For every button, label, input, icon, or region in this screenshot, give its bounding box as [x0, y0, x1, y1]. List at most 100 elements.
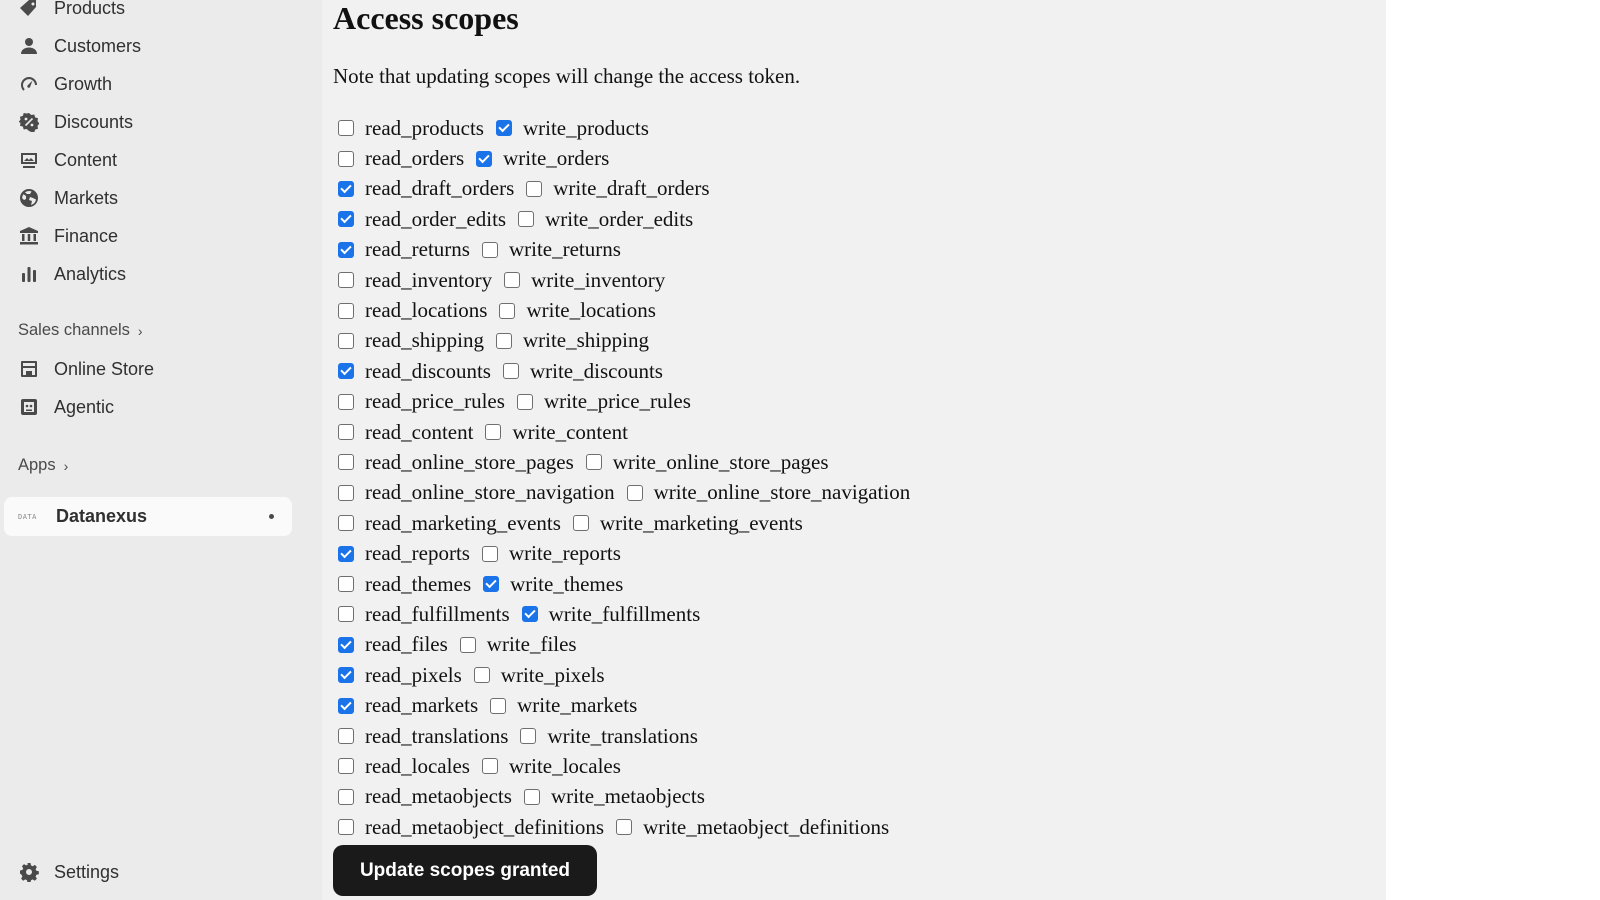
read-scope-option[interactable]: read_products: [338, 116, 484, 141]
write-scope-checkbox[interactable]: [516, 393, 533, 410]
write-scope-option[interactable]: write_locales: [481, 754, 621, 779]
read-scope-checkbox[interactable]: [338, 363, 354, 380]
read-scope-checkbox[interactable]: [338, 150, 354, 167]
read-scope-checkbox[interactable]: [338, 728, 354, 744]
app-menu-dot-icon[interactable]: [269, 514, 274, 519]
sidebar-item-content[interactable]: Content: [18, 145, 117, 175]
write-scope-option[interactable]: write_shipping: [495, 328, 649, 353]
write-scope-checkbox[interactable]: [499, 302, 516, 319]
write-scope-checkbox[interactable]: [502, 363, 519, 380]
read-scope-option[interactable]: read_inventory: [338, 268, 492, 293]
write-scope-checkbox[interactable]: [495, 120, 512, 137]
read-scope-checkbox[interactable]: [338, 241, 354, 258]
read-scope-checkbox[interactable]: [338, 545, 354, 562]
write-scope-option[interactable]: write_fulfillments: [521, 602, 700, 627]
write-scope-checkbox[interactable]: [481, 758, 498, 775]
read-scope-option[interactable]: read_metaobject_definitions: [338, 815, 604, 840]
read-scope-checkbox[interactable]: [338, 667, 354, 684]
read-scope-option[interactable]: read_markets: [338, 693, 478, 718]
sidebar-item-markets[interactable]: Markets: [18, 183, 118, 213]
write-scope-checkbox[interactable]: [481, 545, 498, 562]
write-scope-checkbox[interactable]: [521, 606, 538, 623]
write-scope-option[interactable]: write_reports: [481, 541, 621, 566]
write-scope-option[interactable]: write_orders: [476, 146, 609, 171]
update-scopes-button[interactable]: Update scopes granted: [333, 845, 597, 896]
sales-channels-header[interactable]: Sales channels ›: [18, 321, 143, 340]
read-scope-checkbox[interactable]: [338, 697, 354, 714]
write-scope-option[interactable]: write_metaobjects: [523, 784, 705, 809]
write-scope-checkbox[interactable]: [504, 272, 521, 289]
write-scope-checkbox[interactable]: [523, 788, 540, 805]
read-scope-option[interactable]: read_order_edits: [338, 207, 506, 232]
write-scope-checkbox[interactable]: [626, 484, 643, 501]
write-scope-option[interactable]: write_returns: [481, 237, 621, 262]
read-scope-option[interactable]: read_pixels: [338, 663, 462, 688]
read-scope-option[interactable]: read_reports: [338, 541, 470, 566]
write-scope-checkbox[interactable]: [483, 576, 500, 593]
write-scope-checkbox[interactable]: [518, 211, 535, 228]
write-scope-option[interactable]: write_order_edits: [518, 207, 693, 232]
read-scope-option[interactable]: read_orders: [338, 146, 464, 171]
read-scope-option[interactable]: read_locations: [338, 298, 487, 323]
write-scope-checkbox[interactable]: [520, 728, 537, 744]
write-scope-option[interactable]: write_files: [459, 632, 577, 657]
read-scope-checkbox[interactable]: [338, 606, 354, 623]
apps-header[interactable]: Apps ›: [18, 456, 68, 475]
read-scope-option[interactable]: read_fulfillments: [338, 602, 510, 627]
read-scope-option[interactable]: read_content: [338, 420, 473, 445]
write-scope-checkbox[interactable]: [495, 332, 512, 349]
read-scope-option[interactable]: read_returns: [338, 237, 470, 262]
read-scope-checkbox[interactable]: [338, 576, 354, 593]
write-scope-checkbox[interactable]: [476, 150, 493, 167]
sidebar-item-growth[interactable]: Growth: [18, 69, 112, 99]
write-scope-option[interactable]: write_products: [495, 116, 649, 141]
write-scope-option[interactable]: write_themes: [483, 572, 623, 597]
write-scope-option[interactable]: write_locations: [499, 298, 656, 323]
write-scope-option[interactable]: write_price_rules: [516, 389, 691, 414]
sidebar-item-finance[interactable]: Finance: [18, 221, 118, 251]
sidebar-item-settings[interactable]: Settings: [18, 857, 119, 887]
sidebar-item-analytics[interactable]: Analytics: [18, 259, 126, 289]
write-scope-checkbox[interactable]: [490, 697, 507, 714]
read-scope-option[interactable]: read_draft_orders: [338, 176, 514, 201]
write-scope-checkbox[interactable]: [473, 667, 490, 684]
read-scope-checkbox[interactable]: [338, 211, 354, 228]
write-scope-option[interactable]: write_marketing_events: [572, 511, 803, 536]
read-scope-option[interactable]: read_marketing_events: [338, 511, 561, 536]
write-scope-option[interactable]: write_content: [485, 420, 628, 445]
read-scope-checkbox[interactable]: [338, 758, 354, 775]
write-scope-option[interactable]: write_draft_orders: [526, 176, 710, 201]
write-scope-option[interactable]: write_markets: [490, 693, 637, 718]
sidebar-item-customers[interactable]: Customers: [18, 31, 141, 61]
sidebar-item-datanexus[interactable]: DATA Datanexus: [4, 497, 292, 536]
read-scope-option[interactable]: read_files: [338, 632, 448, 657]
read-scope-checkbox[interactable]: [338, 484, 354, 501]
sidebar-item-agentic[interactable]: Agentic: [18, 392, 114, 422]
read-scope-checkbox[interactable]: [338, 302, 354, 319]
read-scope-checkbox[interactable]: [338, 332, 354, 349]
write-scope-option[interactable]: write_online_store_pages: [585, 450, 829, 475]
write-scope-option[interactable]: write_discounts: [502, 359, 663, 384]
sidebar-item-products[interactable]: Products: [18, 0, 125, 23]
read-scope-option[interactable]: read_themes: [338, 572, 471, 597]
write-scope-checkbox[interactable]: [572, 515, 589, 532]
write-scope-option[interactable]: write_online_store_navigation: [626, 480, 910, 505]
write-scope-option[interactable]: write_inventory: [504, 268, 665, 293]
read-scope-option[interactable]: read_shipping: [338, 328, 484, 353]
read-scope-option[interactable]: read_metaobjects: [338, 784, 512, 809]
read-scope-checkbox[interactable]: [338, 636, 354, 653]
write-scope-checkbox[interactable]: [485, 424, 502, 441]
write-scope-checkbox[interactable]: [459, 636, 476, 653]
write-scope-checkbox[interactable]: [481, 241, 498, 258]
read-scope-checkbox[interactable]: [338, 788, 354, 805]
read-scope-checkbox[interactable]: [338, 515, 354, 532]
sidebar-item-discounts[interactable]: Discounts: [18, 107, 133, 137]
read-scope-checkbox[interactable]: [338, 180, 354, 197]
read-scope-option[interactable]: read_translations: [338, 724, 508, 749]
write-scope-checkbox[interactable]: [616, 819, 633, 836]
read-scope-checkbox[interactable]: [338, 424, 354, 441]
read-scope-checkbox[interactable]: [338, 393, 354, 410]
read-scope-option[interactable]: read_online_store_pages: [338, 450, 574, 475]
read-scope-option[interactable]: read_price_rules: [338, 389, 505, 414]
write-scope-option[interactable]: write_metaobject_definitions: [616, 815, 889, 840]
